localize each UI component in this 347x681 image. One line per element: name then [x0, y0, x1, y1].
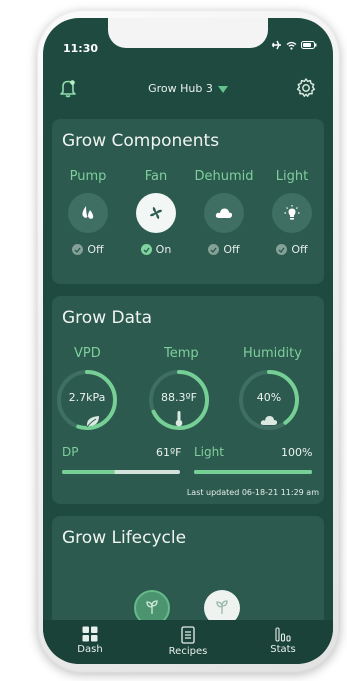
dp-bar-fill [62, 470, 116, 474]
card-title: Grow Data [62, 308, 153, 328]
component-status-text: Off [291, 243, 308, 256]
check-circle-icon [276, 244, 288, 255]
header: Grow Hub 3 [43, 74, 333, 104]
cloud-icon [260, 416, 278, 425]
thermometer-icon [175, 411, 183, 427]
component-label: Fan [144, 169, 168, 184]
tab-dash[interactable]: Dash [55, 626, 125, 655]
vpd-gauge[interactable]: 2.7kPa [55, 368, 119, 432]
component-status-text: Off [223, 243, 240, 256]
tab-label: Stats [270, 644, 296, 655]
fan-icon [150, 207, 162, 219]
tab-label: Recipes [168, 646, 208, 657]
gauge-label-temp: Temp [164, 346, 199, 361]
component-light[interactable]: Light Off [262, 169, 322, 256]
component-fan[interactable]: Fan On [126, 169, 186, 256]
fan-toggle[interactable] [136, 193, 176, 233]
check-circle-icon [140, 244, 152, 255]
chevron-down-icon [217, 85, 228, 93]
component-status-text: On [155, 243, 172, 256]
card-title: Grow Components [62, 131, 220, 151]
component-status: Off [58, 243, 118, 256]
component-status: Off [194, 243, 254, 256]
gauge-value: 2.7kPa [68, 391, 106, 404]
seedling-icon [146, 600, 158, 614]
component-label: Dehumid [194, 169, 254, 184]
component-dehumid[interactable]: Dehumid Off [194, 169, 254, 256]
light-bar [194, 470, 312, 474]
grow-components-card: Grow Components Pump Off Fan On Dehumid … [52, 119, 324, 284]
humidity-gauge[interactable]: 40% [237, 368, 301, 432]
component-label: Light [275, 169, 309, 184]
plant-icon [216, 600, 228, 614]
wifi-icon [286, 41, 297, 50]
gauge-value: 88.3ºF [160, 391, 197, 404]
last-updated-text: Last updated 06-18-21 11:29 am [186, 488, 319, 497]
component-status-text: Off [87, 243, 104, 256]
dehumid-toggle[interactable] [204, 193, 244, 233]
component-pump[interactable]: Pump Off [58, 169, 118, 256]
pump-toggle[interactable] [68, 193, 108, 233]
dp-value: 61ºF [156, 446, 182, 459]
light-bar-fill [194, 470, 312, 474]
grid-icon [82, 626, 98, 642]
hub-name: Grow Hub 3 [148, 82, 213, 95]
status-icons [271, 40, 317, 50]
check-circle-icon [72, 244, 84, 255]
light-value: 100% [281, 446, 313, 459]
leaf-icon [86, 416, 99, 428]
app-screen: 11:30 Grow Hub 3 Grow Components Pump Of… [43, 18, 333, 664]
bottom-tab-bar: Dash Recipes Stats [43, 620, 333, 664]
airplane-icon [272, 40, 281, 50]
tab-recipes[interactable]: Recipes [153, 626, 223, 657]
gauge-label-vpd: VPD [74, 346, 101, 361]
temp-gauge[interactable]: 88.3ºF [147, 368, 211, 432]
bar-chart-icon [275, 627, 291, 642]
bulb-icon [284, 205, 300, 220]
tab-label: Dash [77, 644, 103, 655]
drop-icon [82, 206, 94, 219]
grow-data-card: Grow Data VPD 2.7kPa Temp 88.3ºF Humidit… [52, 296, 324, 504]
dp-label: DP [62, 445, 79, 459]
cloud-icon [215, 208, 233, 218]
dp-bar [62, 470, 180, 474]
component-label: Pump [69, 169, 107, 184]
card-title: Grow Lifecycle [62, 528, 187, 548]
document-icon [181, 626, 195, 644]
phone-notch [108, 18, 268, 48]
component-status: Off [262, 243, 322, 256]
light-toggle[interactable] [272, 193, 312, 233]
gauge-label-humidity: Humidity [243, 346, 302, 361]
component-status: On [126, 243, 186, 256]
settings-button[interactable] [295, 77, 317, 103]
status-time: 11:30 [63, 42, 99, 55]
light-label: Light [194, 445, 224, 459]
check-circle-icon [208, 244, 220, 255]
gauge-value: 40% [256, 391, 282, 404]
tab-stats[interactable]: Stats [248, 626, 318, 655]
gear-icon [296, 78, 316, 97]
hub-selector[interactable]: Grow Hub 3 [43, 82, 333, 95]
battery-icon [301, 41, 317, 49]
